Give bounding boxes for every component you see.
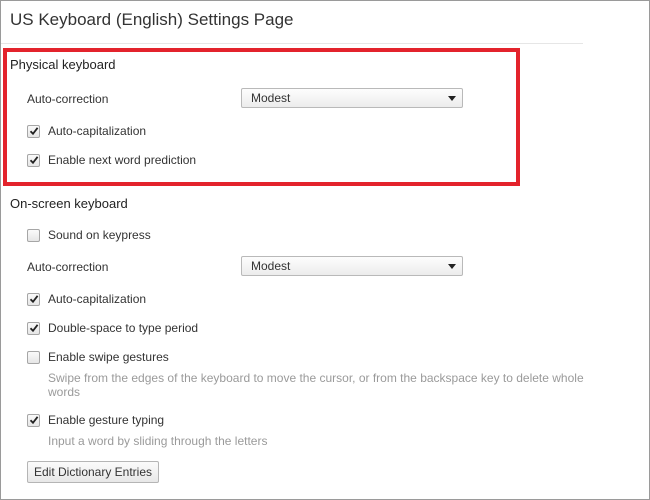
onscreen-autocorrection-value: Modest xyxy=(251,259,291,273)
swipe-gestures-description: Swipe from the edges of the keyboard to … xyxy=(48,371,584,399)
next-word-prediction-checkbox[interactable]: Enable next word prediction xyxy=(27,152,196,168)
physical-keyboard-heading: Physical keyboard xyxy=(10,57,116,72)
physical-autocorrection-value: Modest xyxy=(251,91,291,105)
double-space-period-checkbox[interactable]: Double-space to type period xyxy=(27,320,198,336)
page-title: US Keyboard (English) Settings Page xyxy=(10,10,294,29)
checkbox-unchecked-icon xyxy=(27,350,40,364)
onscreen-auto-capitalization-checkbox[interactable]: Auto-capitalization xyxy=(27,291,146,307)
gesture-typing-checkbox[interactable]: Enable gesture typing xyxy=(27,412,164,428)
dropdown-arrow-icon xyxy=(448,96,456,101)
double-space-period-label: Double-space to type period xyxy=(48,321,199,335)
settings-window: US Keyboard (English) Settings Page Phys… xyxy=(0,0,650,500)
sound-on-keypress-label: Sound on keypress xyxy=(48,228,151,242)
onscreen-autocorrection-select[interactable]: Modest xyxy=(241,256,463,276)
checkbox-checked-icon xyxy=(27,153,40,167)
checkbox-unchecked-icon xyxy=(27,228,40,242)
physical-autocorrection-select[interactable]: Modest xyxy=(241,88,463,108)
sound-on-keypress-checkbox[interactable]: Sound on keypress xyxy=(27,227,151,243)
next-word-prediction-label: Enable next word prediction xyxy=(48,153,197,167)
gesture-typing-description: Input a word by sliding through the lett… xyxy=(48,434,268,448)
checkbox-checked-icon xyxy=(27,292,40,306)
onscreen-autocorrection-label: Auto-correction xyxy=(27,260,109,274)
checkbox-checked-icon xyxy=(27,124,40,138)
title-divider xyxy=(1,43,583,44)
checkbox-checked-icon xyxy=(27,413,40,427)
onscreen-keyboard-heading: On-screen keyboard xyxy=(10,196,128,211)
swipe-gestures-checkbox[interactable]: Enable swipe gestures xyxy=(27,349,169,365)
physical-auto-capitalization-label: Auto-capitalization xyxy=(48,124,147,138)
onscreen-auto-capitalization-label: Auto-capitalization xyxy=(48,292,147,306)
dropdown-arrow-icon xyxy=(448,264,456,269)
checkbox-checked-icon xyxy=(27,321,40,335)
physical-auto-capitalization-checkbox[interactable]: Auto-capitalization xyxy=(27,123,146,139)
edit-dictionary-entries-button[interactable]: Edit Dictionary Entries xyxy=(27,461,159,483)
gesture-typing-label: Enable gesture typing xyxy=(48,413,165,427)
swipe-gestures-label: Enable swipe gestures xyxy=(48,350,169,364)
physical-autocorrection-label: Auto-correction xyxy=(27,92,109,106)
